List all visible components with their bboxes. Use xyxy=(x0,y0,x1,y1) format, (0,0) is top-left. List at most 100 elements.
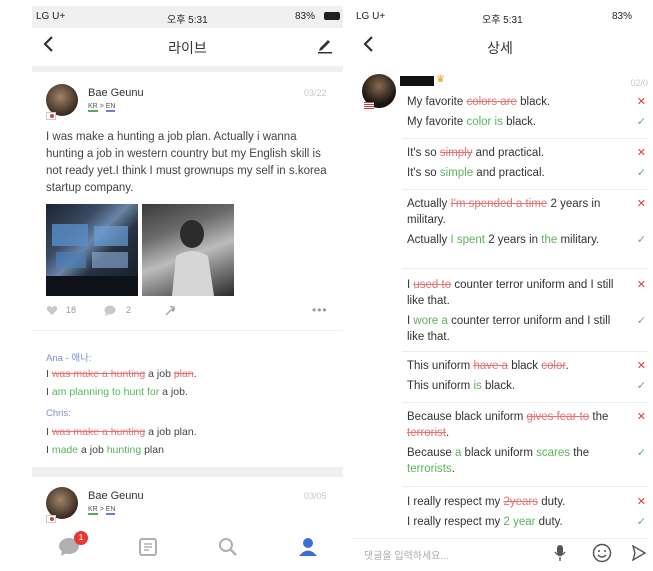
x-mark-icon: ✕ xyxy=(636,411,646,423)
battery-label: 83% xyxy=(295,11,316,22)
text-segment: It's so xyxy=(407,147,440,159)
text-segment: black. xyxy=(502,116,537,128)
divider xyxy=(402,189,648,190)
username[interactable]: Bae Geunu xyxy=(88,87,144,99)
corrector-name[interactable]: Chris: xyxy=(46,408,71,419)
corrected-sentence: I made a job hunting plan xyxy=(46,444,164,456)
battery-label: 83% xyxy=(612,11,633,22)
learning-language: EN xyxy=(105,103,116,112)
live-feed-screen: LG U+ 오후 5:31 83% 라이브 Bae Geunu KR > EN … xyxy=(32,6,343,566)
corrected-sentence: This uniform is black. xyxy=(407,378,627,394)
divider xyxy=(402,268,648,269)
photo-person-graphic xyxy=(172,220,214,296)
nav-bar: 라이브 xyxy=(32,28,343,66)
corrected-sentence: Actually I spent 2 years in the military… xyxy=(407,232,627,248)
text-segment: . xyxy=(445,427,450,439)
text-segment: duty. xyxy=(535,516,563,528)
photo-thumbnail-1[interactable] xyxy=(46,204,138,296)
page-title: 상세 xyxy=(487,40,513,56)
text-segment: I really respect my xyxy=(407,516,504,528)
deleted-text: plan xyxy=(173,368,194,380)
deleted-text: color xyxy=(541,360,566,372)
comment-icon[interactable] xyxy=(104,305,116,318)
corrected-sentence: My favorite color is black. xyxy=(407,114,627,130)
heart-icon[interactable] xyxy=(46,305,58,318)
crown-icon: ♛ xyxy=(436,74,445,85)
tab-search[interactable] xyxy=(218,537,238,557)
post-text: I was make a hunting a job plan. Actuall… xyxy=(46,131,327,194)
language-pair: KR > EN xyxy=(88,103,116,112)
comment-input-bar: 댓글을 입력하세요... xyxy=(352,538,648,566)
post-date: 03/22 xyxy=(304,88,327,98)
status-bar: LG U+ 오후 5:31 83% xyxy=(32,6,343,26)
tab-documents[interactable] xyxy=(138,537,158,557)
send-icon[interactable] xyxy=(631,544,647,566)
deleted-text: colors are xyxy=(466,96,517,108)
original-sentence: Actually I'm spended a time 2 years in m… xyxy=(407,196,627,228)
corrected-sentence: I am planning to hunt for a job. xyxy=(46,386,188,398)
clock: 오후 5:31 xyxy=(167,15,208,26)
corrected-sentence: It's so simple and practical. xyxy=(407,165,627,181)
text-segment: . xyxy=(451,463,455,475)
added-text: made xyxy=(51,444,79,456)
added-text: wore a xyxy=(413,315,448,327)
text-segment: Actually xyxy=(407,234,451,246)
post-date: 03/05 xyxy=(304,491,327,501)
added-text: 2 year xyxy=(503,516,536,528)
photo-thumbnail-2[interactable] xyxy=(142,204,234,296)
smiley-icon[interactable] xyxy=(592,543,612,566)
comment-input[interactable]: 댓글을 입력하세요... xyxy=(364,547,449,562)
check-mark-icon: ✓ xyxy=(636,167,646,179)
deleted-text: was make a hunting xyxy=(51,426,146,438)
x-mark-icon: ✕ xyxy=(636,96,646,108)
text-segment: and practical. xyxy=(472,147,545,159)
post-card[interactable]: Bae Geunu KR > EN 03/05 xyxy=(32,477,343,531)
clock: 오후 5:31 xyxy=(482,15,523,26)
post-card[interactable]: Bae Geunu KR > EN 03/22 I was make a hun… xyxy=(32,72,343,467)
text-segment: This uniform xyxy=(407,380,474,392)
original-sentence: I used to counter terror uniform and I s… xyxy=(407,277,627,309)
text-segment: a job xyxy=(145,368,174,380)
text-segment: I really respect my xyxy=(407,496,504,508)
text-segment: It's so xyxy=(407,167,440,179)
tab-bar: 1 xyxy=(32,531,343,566)
text-segment: Because xyxy=(407,447,455,459)
corrected-sentence: Because a black uniform scares the terro… xyxy=(407,445,627,477)
deleted-text: simply xyxy=(439,147,473,159)
carrier-label: LG U+ xyxy=(36,11,66,22)
text-segment: My favorite xyxy=(407,116,467,128)
wrench-icon[interactable] xyxy=(164,305,176,319)
status-bar: LG U+ 오후 5:31 83% xyxy=(352,6,648,26)
check-mark-icon: ✓ xyxy=(636,315,646,327)
tab-profile[interactable] xyxy=(298,537,318,557)
divider xyxy=(402,402,648,403)
microphone-icon[interactable] xyxy=(554,544,566,566)
language-arrow: > xyxy=(99,103,104,110)
added-text: hunting xyxy=(106,444,142,456)
post-date: 02/0 xyxy=(630,78,648,88)
battery-icon xyxy=(324,12,340,20)
text-segment: black uniform xyxy=(461,447,537,459)
edit-pencil-icon[interactable] xyxy=(317,36,333,59)
text-segment: Actually xyxy=(407,198,451,210)
username[interactable]: Bae Geunu xyxy=(88,490,144,502)
added-text: is xyxy=(473,380,482,392)
check-mark-icon: ✓ xyxy=(636,447,646,459)
redacted-name xyxy=(400,76,434,86)
x-mark-icon: ✕ xyxy=(636,496,646,508)
korea-flag-icon xyxy=(46,515,56,523)
more-icon[interactable]: ••• xyxy=(312,303,328,317)
text-segment: black xyxy=(508,360,542,372)
corrected-sentence: I wore a counter terror uniform and I st… xyxy=(407,313,627,345)
text-segment: . xyxy=(193,368,197,380)
added-text: I spent xyxy=(450,234,485,246)
corrector-name[interactable]: Ana - 애나: xyxy=(46,350,91,364)
deleted-text: 2years xyxy=(503,496,539,508)
original-sentence: My favorite colors are black. xyxy=(407,94,627,110)
native-language: KR xyxy=(88,103,98,112)
divider xyxy=(402,138,648,139)
text-segment: a job. xyxy=(159,386,188,398)
deleted-text: was make a hunting xyxy=(51,368,146,380)
original-sentence: Because black uniform gives fear to the … xyxy=(407,409,627,441)
language-pair: KR > EN xyxy=(88,506,116,515)
